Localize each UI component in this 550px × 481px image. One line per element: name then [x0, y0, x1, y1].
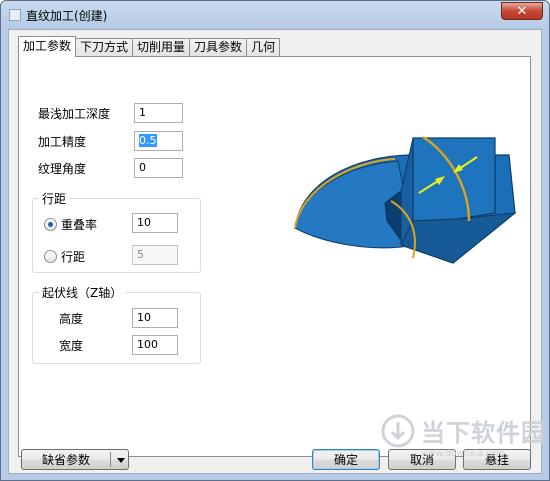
overlap-input[interactable]: 10: [132, 213, 178, 233]
watermark-logo-icon: [381, 414, 415, 447]
bottom-face-shape: [400, 212, 517, 264]
app-icon: [9, 9, 21, 21]
precision-input[interactable]: 0.5: [134, 131, 183, 151]
overlap-radio[interactable]: [44, 218, 57, 231]
row-spacing-group: 行距 重叠率 10 行距 5: [32, 190, 201, 273]
undulation-group: 起伏线（Z轴） 高度 10 宽度 100: [32, 284, 201, 364]
min-depth-label: 最浅加工深度: [38, 107, 111, 121]
tab-tool-params[interactable]: 刀具参数: [189, 38, 248, 57]
height-input[interactable]: 10: [132, 308, 178, 328]
undulation-group-title: 起伏线（Z轴）: [39, 284, 126, 301]
close-icon: ✕: [516, 3, 528, 19]
tab-cutting-amount[interactable]: 切削用量: [132, 38, 191, 57]
close-button[interactable]: ✕: [501, 2, 543, 20]
height-label: 高度: [59, 312, 84, 326]
watermark-text: 当下软件园: [421, 419, 546, 447]
split-divider: [110, 452, 111, 467]
dialog-window: 直纹加工(创建) ✕ 加工参数 下刀方式 切削用量 刀具参数 几何 最浅加工深度…: [0, 0, 550, 481]
texture-angle-label: 纹理角度: [38, 162, 87, 176]
overlap-label: 重叠率: [61, 218, 98, 232]
width-input[interactable]: 100: [132, 335, 178, 355]
ruled-surface-illustration: [294, 135, 517, 264]
watermark: 当下软件园: [381, 413, 546, 448]
precision-value: 0.5: [139, 134, 157, 147]
watermark-url: www.downxia.com: [421, 449, 505, 459]
tab-geometry[interactable]: 几何: [246, 38, 281, 57]
spacing-input[interactable]: 5: [132, 245, 178, 265]
width-label: 宽度: [59, 339, 84, 353]
block-shape: [412, 137, 496, 222]
row-spacing-group-title: 行距: [39, 190, 70, 207]
chevron-down-icon[interactable]: [117, 458, 125, 463]
spacing-radio[interactable]: [44, 250, 57, 263]
spacing-label: 行距: [61, 250, 86, 264]
tab-plunge-mode[interactable]: 下刀方式: [75, 38, 134, 57]
min-depth-input[interactable]: 1: [134, 103, 183, 123]
title-bar[interactable]: 直纹加工(创建) ✕: [1, 1, 549, 29]
precision-label: 加工精度: [38, 135, 87, 149]
defaults-button-label: 缺省参数: [41, 453, 90, 467]
tab-machining-params[interactable]: 加工参数: [18, 36, 77, 57]
ok-button[interactable]: 确定: [312, 449, 380, 470]
texture-angle-input[interactable]: 0: [134, 158, 183, 178]
tab-strip: 加工参数 下刀方式 切削用量 刀具参数 几何: [18, 36, 281, 57]
window-title: 直纹加工(创建): [26, 8, 108, 23]
defaults-split-button[interactable]: 缺省参数: [21, 449, 129, 470]
